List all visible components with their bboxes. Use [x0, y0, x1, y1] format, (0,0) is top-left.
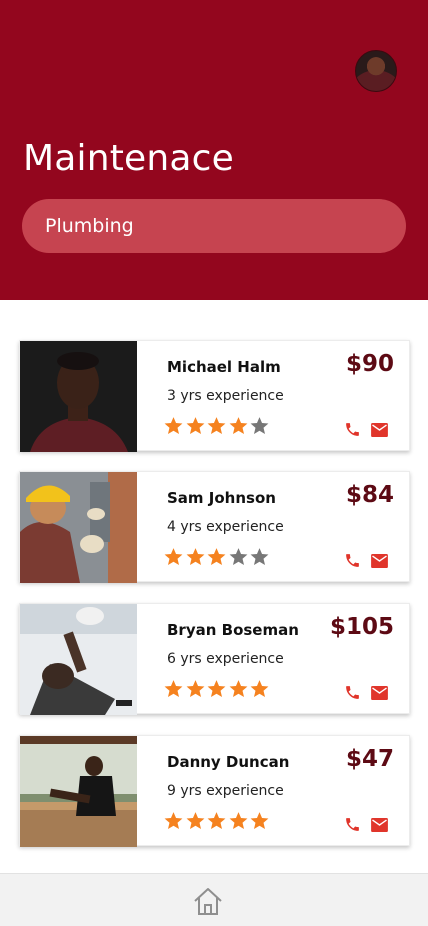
provider-name: Danny Duncan — [167, 753, 290, 771]
contact-actions — [344, 421, 388, 438]
star-empty-icon — [249, 546, 270, 568]
rating-stars — [163, 810, 271, 834]
star-filled-icon — [163, 415, 184, 437]
contact-actions — [344, 684, 388, 701]
star-filled-icon — [206, 415, 227, 437]
contact-actions — [344, 816, 388, 833]
avatar[interactable] — [355, 50, 397, 92]
star-filled-icon — [185, 678, 206, 700]
rating-stars — [163, 678, 271, 702]
phone-icon[interactable] — [344, 421, 361, 438]
star-filled-icon — [228, 810, 249, 832]
mail-icon[interactable] — [371, 553, 388, 568]
star-empty-icon — [249, 415, 270, 437]
star-filled-icon — [206, 678, 227, 700]
provider-price: $47 — [345, 746, 394, 772]
provider-price: $84 — [345, 482, 394, 508]
rating-stars — [163, 546, 271, 570]
bottom-nav — [0, 873, 428, 926]
provider-card[interactable]: Sam Johnson 4 yrs experience $84 — [19, 471, 410, 583]
star-filled-icon — [206, 546, 227, 568]
star-filled-icon — [163, 678, 184, 700]
provider-experience: 9 yrs experience — [167, 783, 284, 799]
category-selector[interactable]: Plumbing — [22, 199, 406, 253]
provider-experience: 6 yrs experience — [167, 651, 284, 667]
star-filled-icon — [249, 810, 270, 832]
mail-icon[interactable] — [371, 685, 388, 700]
provider-photo — [20, 472, 137, 583]
provider-experience: 4 yrs experience — [167, 519, 284, 535]
provider-photo — [20, 341, 137, 452]
provider-name: Michael Halm — [167, 358, 281, 376]
star-filled-icon — [185, 415, 206, 437]
star-filled-icon — [163, 546, 184, 568]
mail-icon[interactable] — [371, 817, 388, 832]
header: Maintenace Plumbing — [0, 0, 428, 300]
rating-stars — [163, 415, 271, 439]
mail-icon[interactable] — [371, 422, 388, 437]
home-icon[interactable] — [192, 886, 224, 916]
provider-card[interactable]: Bryan Boseman 6 yrs experience $105 — [19, 603, 410, 715]
phone-icon[interactable] — [344, 552, 361, 569]
star-filled-icon — [206, 810, 227, 832]
star-filled-icon — [228, 415, 249, 437]
page-title: Maintenace — [23, 138, 235, 179]
provider-name: Bryan Boseman — [167, 621, 299, 639]
phone-icon[interactable] — [344, 816, 361, 833]
provider-experience: 3 yrs experience — [167, 388, 284, 404]
star-filled-icon — [163, 810, 184, 832]
phone-icon[interactable] — [344, 684, 361, 701]
star-filled-icon — [185, 810, 206, 832]
provider-name: Sam Johnson — [167, 489, 276, 507]
provider-price: $90 — [345, 351, 394, 377]
provider-photo — [20, 604, 137, 715]
provider-photo — [20, 736, 137, 847]
provider-card[interactable]: Michael Halm 3 yrs experience $90 — [19, 340, 410, 452]
star-empty-icon — [228, 546, 249, 568]
provider-card[interactable]: Danny Duncan 9 yrs experience $47 — [19, 735, 410, 847]
provider-price: $105 — [329, 614, 394, 640]
star-filled-icon — [249, 678, 270, 700]
contact-actions — [344, 552, 388, 569]
star-filled-icon — [228, 678, 249, 700]
star-filled-icon — [185, 546, 206, 568]
